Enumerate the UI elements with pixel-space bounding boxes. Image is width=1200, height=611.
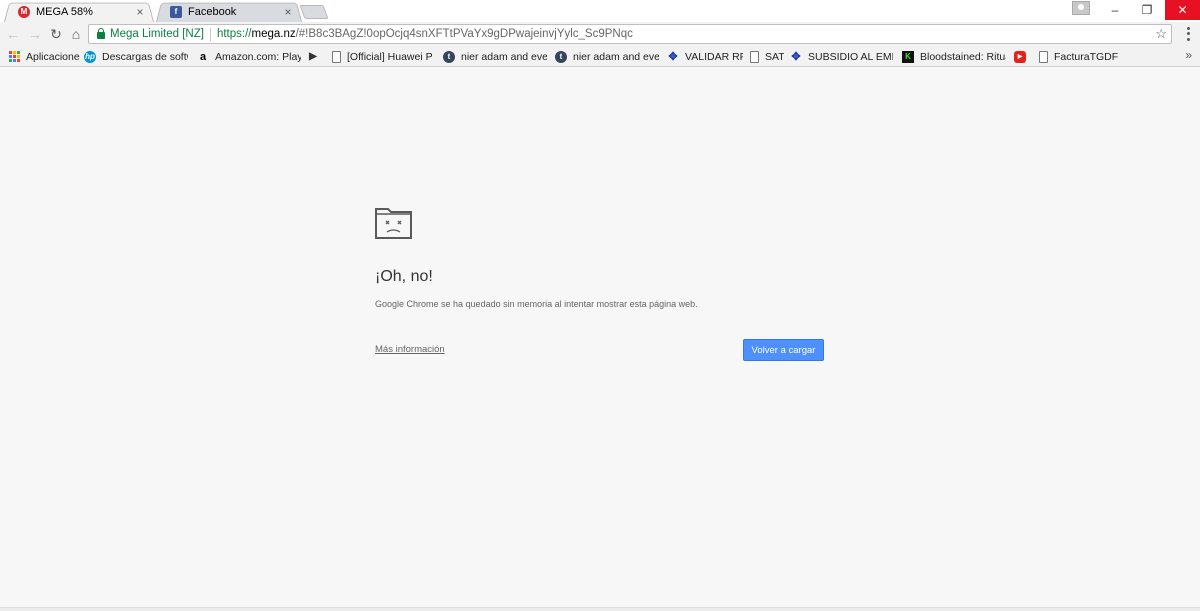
amazon-icon: a [199, 50, 207, 63]
toolbar: ← → ↻ ⌂ Mega Limited [NZ] https:// mega.… [0, 22, 1200, 46]
bookmark-sat[interactable]: SAT [750, 49, 784, 64]
bookmark-apps[interactable]: Aplicaciones [8, 49, 80, 64]
restore-button[interactable]: ❐ [1132, 0, 1162, 20]
tab-label: MEGA 58% [36, 5, 93, 18]
bookmark-label: FacturaTGDF [1054, 50, 1119, 63]
bookmark-nier-2[interactable]: t nier adam and eve | T [555, 49, 659, 64]
bookmark-label: nier adam and eve | T [573, 50, 659, 63]
bookmark-youtube[interactable]: ▶ [1014, 49, 1030, 64]
bookmark-validar-rfc[interactable]: ✥ VALIDAR RFC [667, 49, 743, 64]
bookmark-subsidio[interactable]: ✥ SUBSIDIO AL EMPLEO [790, 49, 893, 64]
bookmark-label: Descargas de softwar [102, 50, 188, 63]
more-bookmarks-button[interactable]: » [1185, 48, 1192, 62]
close-tab-icon[interactable]: × [282, 5, 294, 19]
reload-button[interactable]: ↻ [47, 25, 65, 43]
bookmark-label: SUBSIDIO AL EMPLEO [808, 50, 893, 63]
minimize-button[interactable]: – [1100, 0, 1130, 20]
profile-icon[interactable] [1072, 1, 1090, 15]
error-title: ¡Oh, no! [375, 268, 433, 285]
url-scheme: https:// [216, 28, 252, 40]
close-window-button[interactable]: ✕ [1165, 0, 1200, 20]
mega-icon: M [18, 5, 30, 18]
bookmark-huawei[interactable]: [Official] Huawei P8 L [332, 49, 432, 64]
ev-certificate-name[interactable]: Mega Limited [NZ] [110, 28, 204, 40]
bookmark-hp[interactable]: hp Descargas de softwar [84, 49, 188, 64]
home-button[interactable]: ⌂ [67, 25, 85, 43]
tab-strip: M MEGA 58% × f Facebook × – ❐ ✕ [0, 0, 1200, 22]
tumblr-icon: t [443, 50, 455, 63]
bookmark-label: Amazon.com: PlaySta [215, 50, 301, 63]
bookmark-star-icon[interactable]: ☆ [1155, 26, 1167, 42]
window-bottom-edge [0, 607, 1200, 611]
learn-more-link[interactable]: Más información [375, 344, 445, 355]
bookmark-bloodstained[interactable]: K Bloodstained: Ritual o [902, 49, 1006, 64]
bookmark-label: VALIDAR RFC [685, 50, 743, 63]
forward-button[interactable]: → [26, 25, 44, 43]
tab-label: Facebook [188, 5, 237, 18]
chrome-menu-icon[interactable] [1182, 26, 1194, 42]
bookmark-label: nier adam and eve | T [461, 50, 547, 63]
sad-tab-icon [375, 208, 412, 244]
kickstarter-icon: K [902, 50, 914, 63]
bookmark-label: [Official] Huawei P8 L [347, 50, 432, 63]
youtube-icon: ▶ [1014, 50, 1026, 63]
bookmark-playstation[interactable]: ▶ [307, 49, 327, 64]
bookmark-label: SAT [765, 50, 784, 63]
bookmark-label: Aplicaciones [26, 50, 80, 63]
address-bar[interactable]: Mega Limited [NZ] https:// mega.nz /#!B8… [88, 24, 1172, 44]
reload-page-button[interactable]: Volver a cargar [743, 339, 824, 361]
divider [209, 27, 211, 41]
tab-mega[interactable]: M MEGA 58% × [4, 1, 154, 22]
page-icon [750, 50, 759, 63]
tab-facebook[interactable]: f Facebook × [156, 1, 302, 22]
rfc-icon: ✥ [668, 51, 678, 63]
bookmark-amazon[interactable]: a Amazon.com: PlaySta [197, 49, 301, 64]
rfc-icon: ✥ [791, 51, 801, 63]
bookmarks-bar: Aplicaciones hp Descargas de softwar a A… [0, 46, 1200, 67]
error-message: Google Chrome se ha quedado sin memoria … [375, 299, 698, 309]
url-path: /#!B8c3BAgZ!0opOcjq4snXFTtPVaYx9gDPwajei… [295, 28, 633, 40]
page-icon [1039, 50, 1048, 63]
close-tab-icon[interactable]: × [134, 5, 146, 19]
tumblr-icon: t [555, 50, 567, 63]
apps-grid-icon [8, 50, 20, 63]
back-button[interactable]: ← [4, 25, 22, 43]
bookmark-label: Bloodstained: Ritual o [920, 50, 1006, 63]
facebook-icon: f [170, 5, 182, 18]
playstation-icon: ▶ [309, 51, 317, 62]
bookmark-facturatgdf[interactable]: FacturaTGDF [1039, 49, 1119, 64]
page-icon [332, 50, 341, 63]
lock-icon[interactable] [97, 28, 105, 39]
bookmark-nier-1[interactable]: t nier adam and eve | T [443, 49, 547, 64]
hp-icon: hp [84, 50, 96, 63]
new-tab-button[interactable] [299, 5, 329, 19]
url-host: mega.nz [251, 28, 296, 40]
